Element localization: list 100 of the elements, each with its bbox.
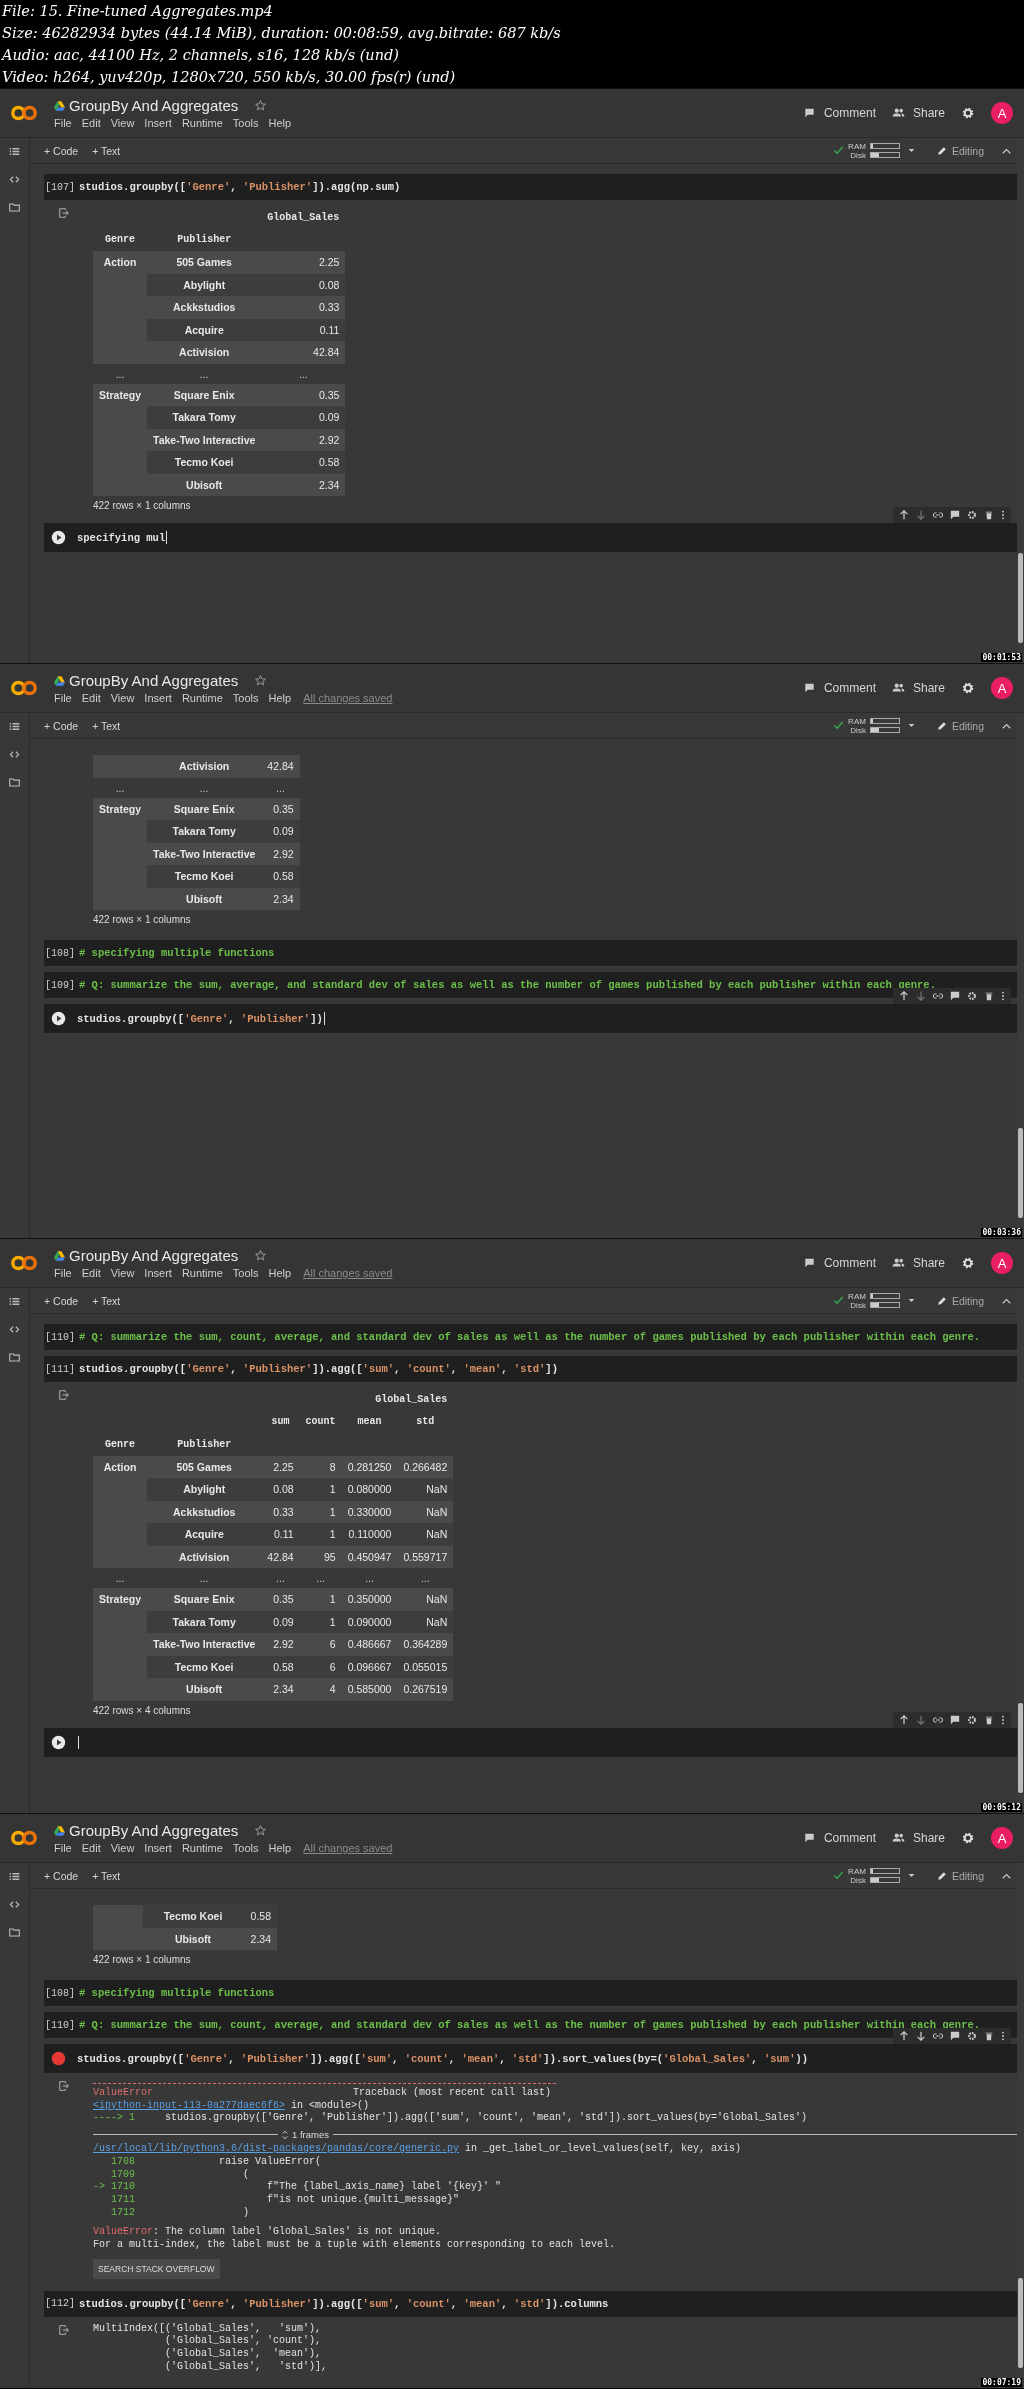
- trash-icon[interactable]: [984, 2031, 994, 2041]
- menu-item[interactable]: Tools: [232, 1842, 266, 1854]
- output-icon[interactable]: [59, 2081, 69, 2091]
- menu-item[interactable]: Help: [268, 692, 299, 704]
- more-icon[interactable]: [1001, 510, 1005, 520]
- add-code-button[interactable]: + Code: [40, 1294, 83, 1307]
- caret-icon[interactable]: [907, 148, 915, 153]
- add-text-button[interactable]: + Text: [88, 1294, 125, 1307]
- collapse-icon[interactable]: [1002, 1297, 1011, 1304]
- more-icon[interactable]: [1001, 2031, 1005, 2041]
- link-icon[interactable]: [933, 1714, 943, 1725]
- arrow-up-icon[interactable]: [899, 2031, 909, 2041]
- menu-item[interactable]: Insert: [144, 692, 179, 704]
- share-button[interactable]: Share: [891, 1831, 945, 1845]
- code-icon[interactable]: [9, 1899, 20, 1910]
- code-cell[interactable]: [107] studios.groupby(['Genre', 'Publisher']).agg(np.sum): [44, 174, 1017, 200]
- code-icon[interactable]: [9, 174, 20, 185]
- settings-icon[interactable]: [967, 2031, 977, 2041]
- comment-button[interactable]: Comment: [802, 106, 876, 120]
- menu-item[interactable]: Tools: [232, 692, 266, 704]
- add-code-button[interactable]: + Code: [40, 144, 83, 157]
- output-icon[interactable]: [59, 2324, 69, 2335]
- ram-meter-icon[interactable]: [869, 1868, 900, 1874]
- notebook-title[interactable]: GroupBy And Aggregates: [69, 1822, 239, 1839]
- comment-button[interactable]: Comment: [802, 681, 876, 695]
- ram-meter-icon[interactable]: [869, 143, 900, 149]
- comment-icon[interactable]: [950, 1714, 960, 1725]
- code-icon[interactable]: [9, 749, 20, 760]
- comment-button[interactable]: Comment: [802, 1256, 876, 1270]
- folder-icon[interactable]: [9, 202, 20, 213]
- code-cell[interactable]: [110] # Q: summarize the sum, count, average, and standard dev of sales as well as the number of games published by each publisher within each genre.: [44, 1324, 1017, 1350]
- add-text-button[interactable]: + Text: [88, 144, 125, 157]
- code-cell[interactable]: [108] # specifying multiple functions: [44, 940, 1017, 966]
- menu-item[interactable]: Insert: [144, 117, 179, 129]
- share-button[interactable]: Share: [891, 1256, 945, 1270]
- notebook-title[interactable]: GroupBy And Aggregates: [69, 97, 239, 114]
- menu-item[interactable]: Help: [268, 1267, 299, 1279]
- star-icon[interactable]: [254, 1824, 268, 1837]
- settings-icon[interactable]: [967, 1714, 977, 1725]
- code-cell[interactable]: studios.groupby(['Genre', 'Publisher']).agg(['sum', 'count', 'mean', 'std']).sort_values(by=('Global_Sales', 'sum')): [44, 2044, 1017, 2073]
- share-button[interactable]: Share: [891, 106, 945, 120]
- add-code-button[interactable]: + Code: [40, 719, 83, 732]
- caret-icon[interactable]: [907, 723, 915, 728]
- editing-button[interactable]: Editing: [936, 1294, 984, 1307]
- trash-icon[interactable]: [984, 1714, 994, 1725]
- save-status[interactable]: All changes saved: [303, 1267, 393, 1279]
- menu-item[interactable]: Edit: [81, 1842, 108, 1854]
- settings-icon[interactable]: [961, 106, 975, 120]
- menu-icon[interactable]: [9, 721, 20, 732]
- menu-item[interactable]: View: [110, 692, 142, 704]
- file-link[interactable]: /usr/local/lib/python3.6/dist-packages/pandas/core/generic.py: [93, 2143, 460, 2155]
- run-button[interactable]: [51, 530, 66, 545]
- arrow-down-icon[interactable]: [916, 2031, 926, 2041]
- star-icon[interactable]: [254, 99, 268, 112]
- link-icon[interactable]: [933, 510, 943, 520]
- menu-item[interactable]: View: [110, 117, 142, 129]
- menu-item[interactable]: Edit: [81, 117, 108, 129]
- add-text-button[interactable]: + Text: [88, 1869, 125, 1882]
- expand-icon[interactable]: [282, 2129, 288, 2140]
- menu-item[interactable]: File: [54, 1267, 79, 1279]
- menu-item[interactable]: File: [54, 1842, 79, 1854]
- menu-item[interactable]: Edit: [81, 692, 108, 704]
- arrow-up-icon[interactable]: [899, 1714, 909, 1725]
- menu-item[interactable]: Runtime: [181, 1842, 230, 1854]
- more-icon[interactable]: [1001, 991, 1005, 1001]
- settings-icon[interactable]: [961, 1256, 975, 1270]
- folder-icon[interactable]: [9, 777, 20, 788]
- trash-icon[interactable]: [984, 991, 994, 1001]
- menu-item[interactable]: Insert: [144, 1842, 179, 1854]
- comment-button[interactable]: Comment: [802, 1831, 876, 1845]
- code-cell[interactable]: [109] # Q: summarize the sum, average, and standard dev of sales as well as the number of games published by each publisher within each genre.: [44, 972, 1017, 998]
- ram-meter-icon[interactable]: [869, 718, 900, 724]
- code-cell[interactable]: [44, 1727, 1017, 1757]
- menu-item[interactable]: Help: [268, 1842, 299, 1854]
- avatar[interactable]: A: [991, 102, 1013, 124]
- code-cell[interactable]: [111] studios.groupby(['Genre', 'Publisher']).agg(['sum', 'count', 'mean', 'std']): [44, 1356, 1017, 1382]
- search-stack-overflow-button[interactable]: SEARCH STACK OVERFLOW: [93, 2258, 220, 2279]
- menu-item[interactable]: File: [54, 117, 79, 129]
- folder-icon[interactable]: [9, 1927, 20, 1938]
- collapse-icon[interactable]: [1002, 722, 1011, 729]
- menu-icon[interactable]: [9, 1296, 20, 1307]
- menu-item[interactable]: View: [110, 1267, 142, 1279]
- collapse-icon[interactable]: [1002, 147, 1011, 154]
- menu-item[interactable]: Runtime: [181, 692, 230, 704]
- avatar[interactable]: A: [991, 1827, 1013, 1849]
- settings-icon[interactable]: [961, 681, 975, 695]
- menu-item[interactable]: Tools: [232, 1267, 266, 1279]
- menu-item[interactable]: Runtime: [181, 117, 230, 129]
- collapse-icon[interactable]: [1002, 1872, 1011, 1879]
- save-status[interactable]: All changes saved: [303, 1842, 393, 1854]
- link-icon[interactable]: [933, 2031, 943, 2041]
- menu-item[interactable]: Help: [268, 117, 299, 129]
- editing-button[interactable]: Editing: [936, 719, 984, 732]
- settings-icon[interactable]: [961, 1831, 975, 1845]
- menu-item[interactable]: Runtime: [181, 1267, 230, 1279]
- code-cell[interactable]: [110] # Q: summarize the sum, count, average, and standard dev of sales as well as the number of games published by each publisher within each genre.: [44, 2012, 1017, 2038]
- ram-meter-icon[interactable]: [869, 1293, 900, 1299]
- link-icon[interactable]: [933, 991, 943, 1001]
- menu-item[interactable]: File: [54, 692, 79, 704]
- comment-icon[interactable]: [950, 2031, 960, 2041]
